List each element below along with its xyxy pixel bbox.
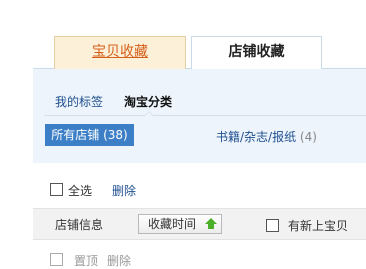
subtab-my-tags[interactable]: 我的标签: [55, 93, 103, 110]
select-all-label[interactable]: 全选: [68, 182, 92, 199]
tab-favorite-items-label[interactable]: 宝贝收藏: [92, 44, 148, 60]
sort-by-time-button[interactable]: 收藏时间: [138, 214, 222, 234]
category-all-shops-label: 所有店铺: [51, 128, 100, 142]
row-delete-link[interactable]: 删除: [107, 252, 131, 269]
subtab-divider: [44, 115, 366, 116]
row-pin-link[interactable]: 置顶: [74, 252, 98, 269]
category-all-shops[interactable]: 所有店铺 (38): [45, 124, 134, 146]
category-books-magazines[interactable]: 书籍/杂志/报纸 (4): [216, 128, 317, 145]
select-all-checkbox[interactable]: [50, 183, 63, 196]
tab-favorite-shops[interactable]: 店铺收藏: [191, 36, 322, 70]
category-all-shops-count: (38): [103, 128, 128, 142]
category-books-count: (4): [299, 130, 317, 144]
column-shop-info: 店铺信息: [55, 218, 104, 232]
row-checkbox[interactable]: [50, 253, 63, 266]
new-items-label[interactable]: 有新上宝贝: [288, 217, 348, 234]
category-panel: [33, 69, 366, 163]
subtab-taobao-category[interactable]: 淘宝分类: [124, 93, 172, 110]
delete-link[interactable]: 删除: [112, 182, 136, 199]
category-books-label: 书籍/杂志/报纸: [216, 130, 297, 144]
tab-favorite-items[interactable]: 宝贝收藏: [54, 36, 186, 69]
new-items-checkbox[interactable]: [266, 219, 279, 232]
active-subtab-caret-fill: [145, 112, 153, 116]
tab-favorite-shops-label[interactable]: 店铺收藏: [229, 44, 285, 60]
sort-by-time-label: 收藏时间: [148, 217, 197, 231]
sort-up-arrow-stem: [208, 224, 214, 229]
